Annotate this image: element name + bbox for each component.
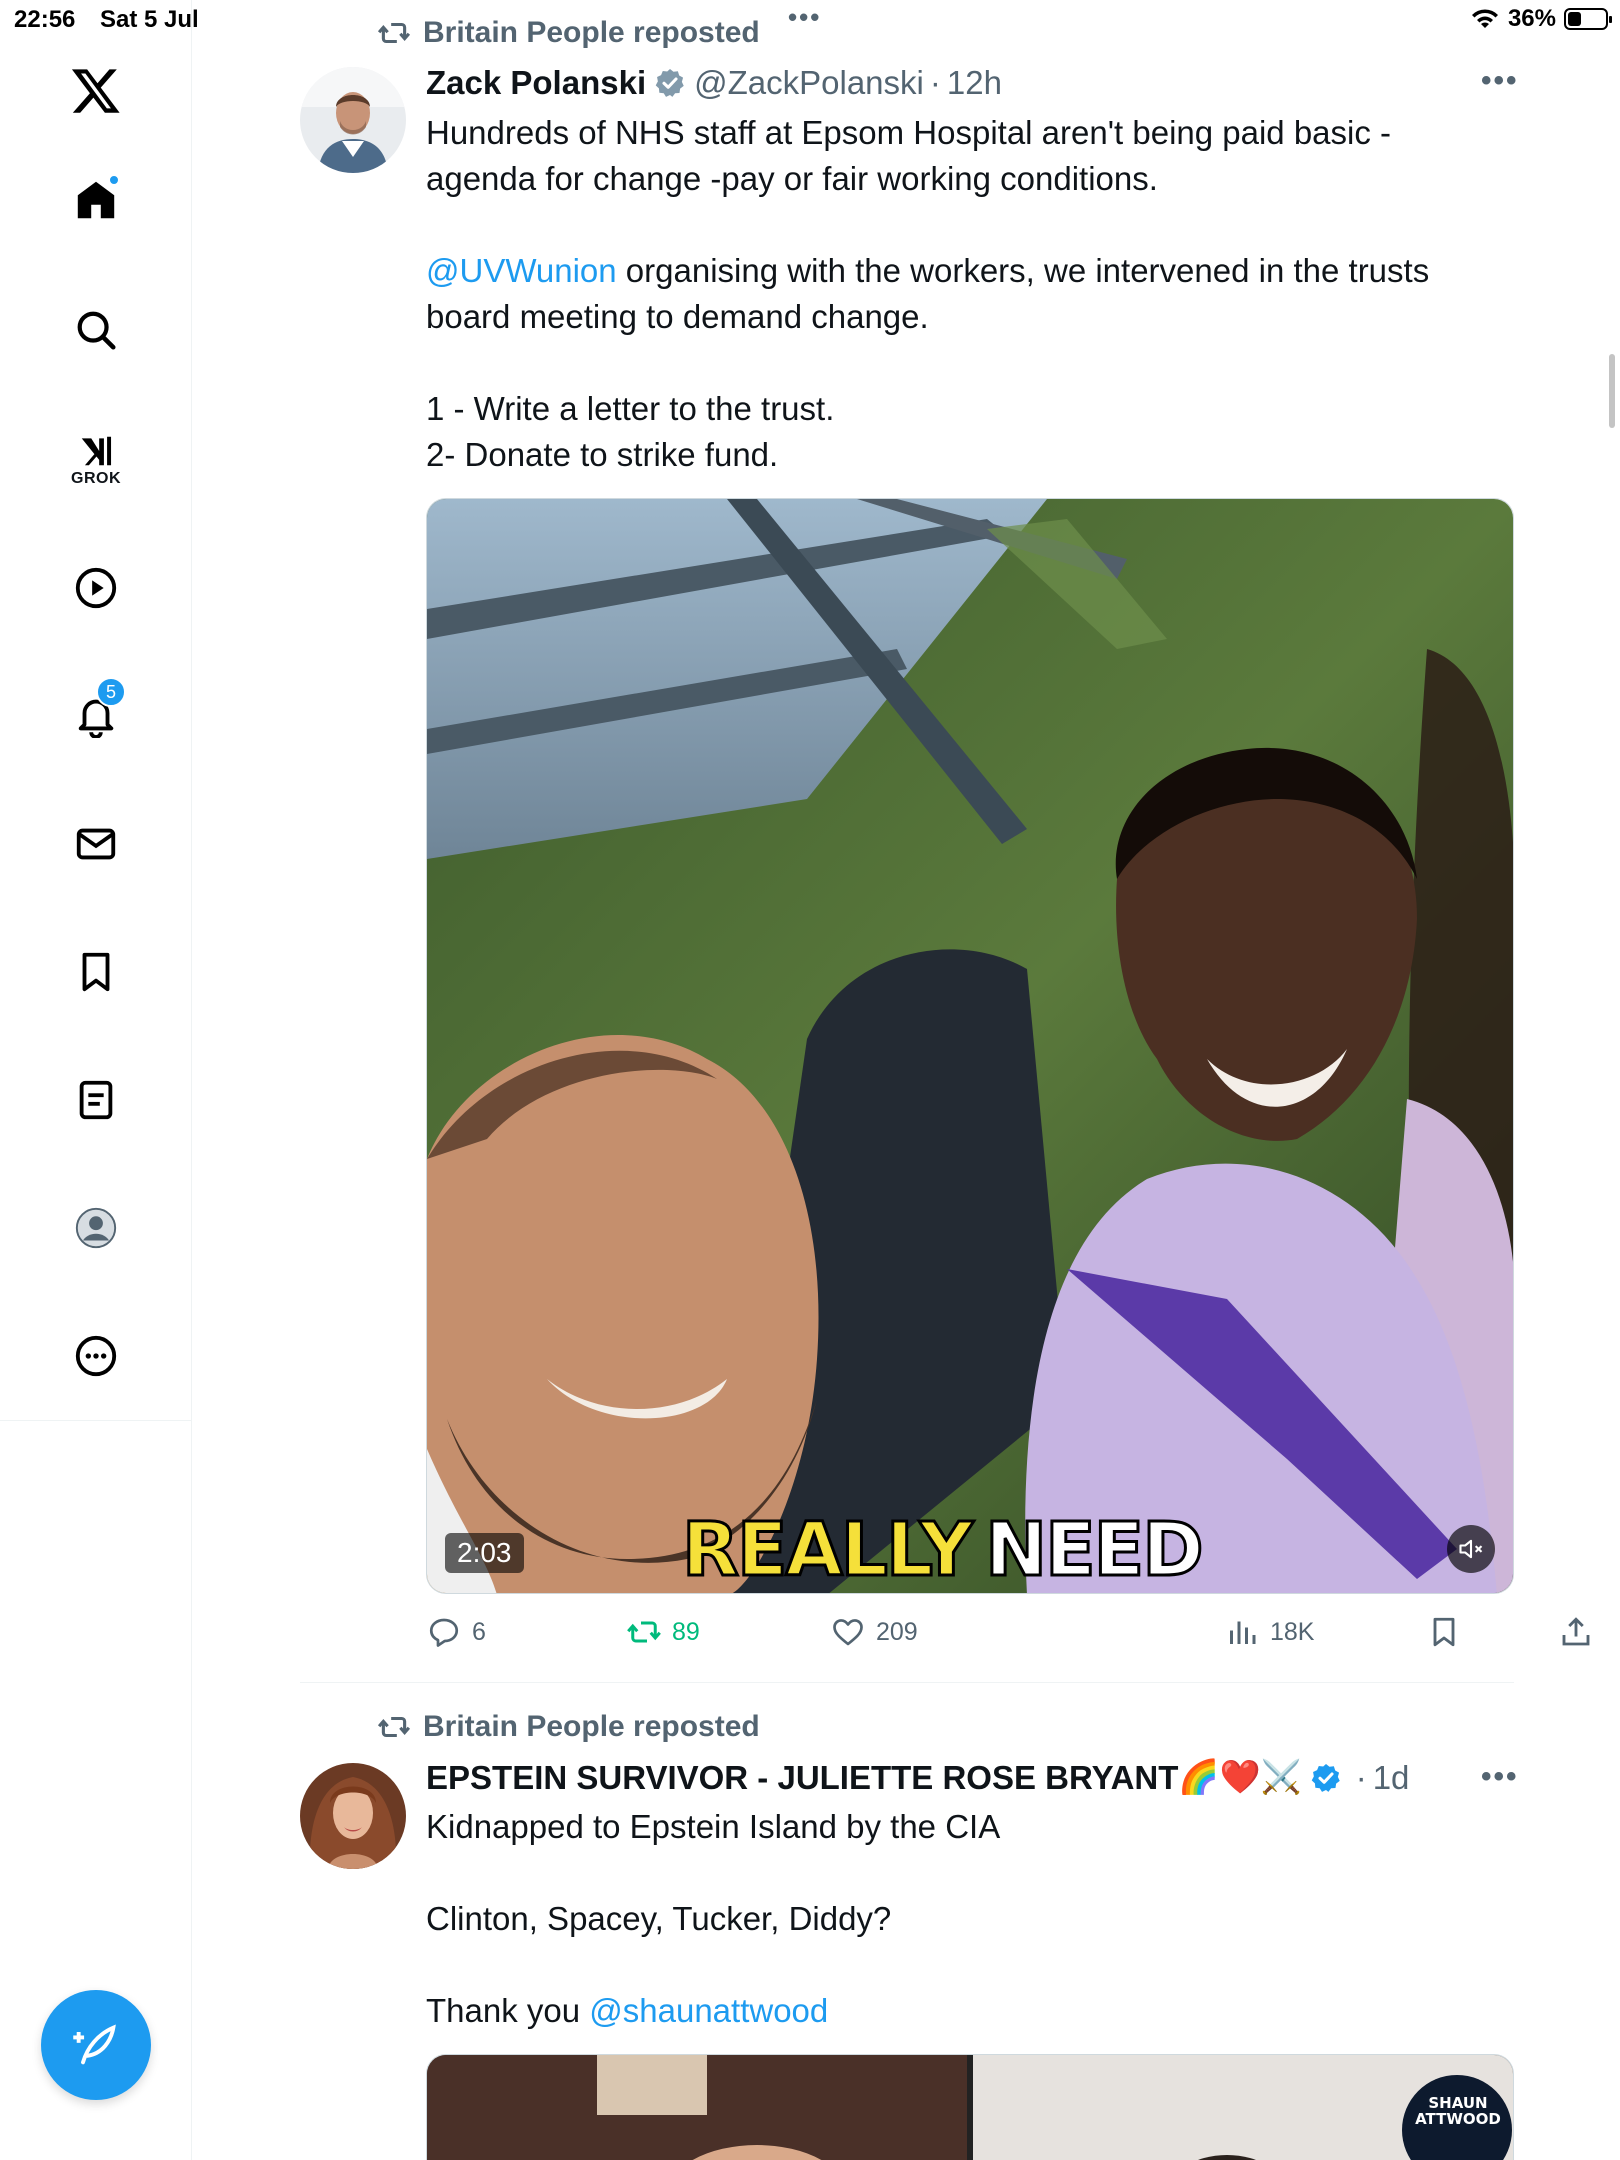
tweet-text-line: Hundreds of NHS staff at Epsom Hospital … xyxy=(426,114,1392,151)
bookmark-icon xyxy=(1433,1617,1455,1647)
tweet-text-line: Kidnapped to Epstein Island by the CIA xyxy=(426,1808,1001,1845)
tweet-actions: 6 89 209 18K xyxy=(426,1614,1590,1658)
profile-icon[interactable] xyxy=(68,1200,124,1256)
avatar[interactable] xyxy=(300,67,406,173)
tweet-text-line: @UVWunion organising with the workers, w… xyxy=(426,248,1429,294)
tweet-video[interactable]: SHAUN ATTWOOD xyxy=(426,2054,1514,2160)
compose-feather-icon xyxy=(73,2024,116,2065)
tweet-text-segment: organising with the workers, we interven… xyxy=(616,252,1430,289)
video-frame xyxy=(427,499,1513,1593)
tweet-divider xyxy=(300,1682,1514,1683)
tweet-header: EPSTEIN SURVIVOR - JULIETTE ROSE BRYANT … xyxy=(426,1758,1409,1797)
messages-icon[interactable] xyxy=(68,816,124,872)
mention-link[interactable]: @shaunattwood xyxy=(589,1992,828,2029)
like-count: 209 xyxy=(876,1617,918,1646)
home-icon[interactable] xyxy=(68,172,124,228)
tweet-text-line: 2- Donate to strike fund. xyxy=(426,436,779,473)
video-frame xyxy=(427,2055,1513,2160)
reply-count: 6 xyxy=(472,1617,486,1646)
retweet-icon xyxy=(377,22,411,44)
logo-text: ATTWOOD xyxy=(1415,2110,1501,2128)
home-notification-dot xyxy=(108,174,120,186)
repost-icon xyxy=(627,1621,661,1643)
verified-badge-icon xyxy=(1310,1762,1342,1794)
search-icon[interactable] xyxy=(68,302,124,358)
video-caption: REALLY NEED xyxy=(680,1506,1205,1594)
repost-indicator: Britain People reposted xyxy=(377,1710,760,1744)
tweet-text-segment: Thank you xyxy=(426,1992,590,2029)
tweet-timestamp[interactable]: 1d xyxy=(1373,1759,1410,1797)
mention-link[interactable]: @UVWunion xyxy=(426,252,617,289)
mute-button[interactable] xyxy=(1447,1525,1495,1573)
muted-speaker-icon xyxy=(1459,1539,1483,1559)
scrollbar-thumb[interactable] xyxy=(1609,354,1615,428)
separator-dot: · xyxy=(929,64,941,101)
timeline: Britain People reposted Zack Polanski @Z… xyxy=(192,0,1620,2160)
repost-button[interactable]: 89 xyxy=(626,1614,700,1650)
tweet-video[interactable]: REALLY NEED 2:03 xyxy=(426,498,1514,1594)
bookmarks-icon[interactable] xyxy=(68,944,124,1000)
video-duration: 2:03 xyxy=(445,1533,524,1573)
grok-label: GROK xyxy=(71,470,121,487)
share-button[interactable] xyxy=(1558,1614,1594,1650)
logo-text: SHAUN xyxy=(1428,2094,1488,2112)
repost-label: Britain People reposted xyxy=(423,16,760,49)
lists-icon[interactable] xyxy=(68,1072,124,1128)
caption-word: NEED xyxy=(984,1506,1205,1594)
notifications-icon[interactable]: 5 xyxy=(68,677,126,743)
author-handle[interactable]: @ZackPolanski xyxy=(694,64,924,102)
repost-count: 89 xyxy=(672,1617,700,1646)
tweet-text-line: agenda for change -pay or fair working c… xyxy=(426,160,1158,197)
grok-icon[interactable]: GROK xyxy=(68,432,124,488)
tweet-text-line: Clinton, Spacey, Tucker, Diddy? xyxy=(426,1900,892,1937)
tweet-header: Zack Polanski @ZackPolanski · 12h xyxy=(426,64,1002,102)
view-count: 18K xyxy=(1270,1617,1315,1646)
author-emoji: 🌈❤️⚔️ xyxy=(1178,1758,1302,1795)
tweet-more-icon[interactable]: ••• xyxy=(1481,1760,1519,1794)
notification-badge: 5 xyxy=(96,677,126,707)
repost-label: Britain People reposted xyxy=(423,1710,760,1743)
caption-word: REALLY xyxy=(680,1506,974,1594)
video-icon[interactable] xyxy=(68,560,124,616)
retweet-icon xyxy=(377,1716,411,1738)
tweet-timestamp[interactable]: 12h xyxy=(947,64,1002,102)
tweet-text: Kidnapped to Epstein Island by the CIA C… xyxy=(426,1804,1000,2034)
compose-button[interactable] xyxy=(41,1990,151,2100)
tweet-text-line: board meeting to demand change. xyxy=(426,298,929,335)
avatar[interactable] xyxy=(300,1763,406,1869)
heart-icon xyxy=(833,1619,863,1646)
more-icon[interactable] xyxy=(68,1328,124,1384)
author-name[interactable]: EPSTEIN SURVIVOR - JULIETTE ROSE BRYANT xyxy=(426,1759,1178,1797)
tweet-text-line: Thank you @shaunattwood xyxy=(426,1988,1000,2034)
tweet-text-line: 1 - Write a letter to the trust. xyxy=(426,390,835,427)
tweet-text: Hundreds of NHS staff at Epsom Hospital … xyxy=(426,110,1429,478)
share-icon xyxy=(1562,1617,1590,1646)
x-logo-icon[interactable] xyxy=(68,62,124,118)
reply-icon xyxy=(429,1618,459,1647)
views-button[interactable]: 18K xyxy=(1224,1614,1314,1650)
like-button[interactable]: 209 xyxy=(830,1614,918,1650)
views-chart-icon xyxy=(1230,1621,1256,1644)
media-channel-logo: SHAUN ATTWOOD xyxy=(1413,2095,1503,2127)
tweet-more-icon[interactable]: ••• xyxy=(1481,64,1519,98)
sidebar-divider xyxy=(0,1420,192,1421)
reply-button[interactable]: 6 xyxy=(426,1614,486,1650)
repost-indicator: Britain People reposted xyxy=(377,16,760,50)
verified-badge-icon xyxy=(654,67,686,99)
separator-dot: · xyxy=(1355,1758,1367,1796)
bookmark-button[interactable] xyxy=(1426,1614,1462,1650)
sidebar: GROK 5 xyxy=(0,0,192,2160)
author-name[interactable]: Zack Polanski xyxy=(426,64,646,102)
